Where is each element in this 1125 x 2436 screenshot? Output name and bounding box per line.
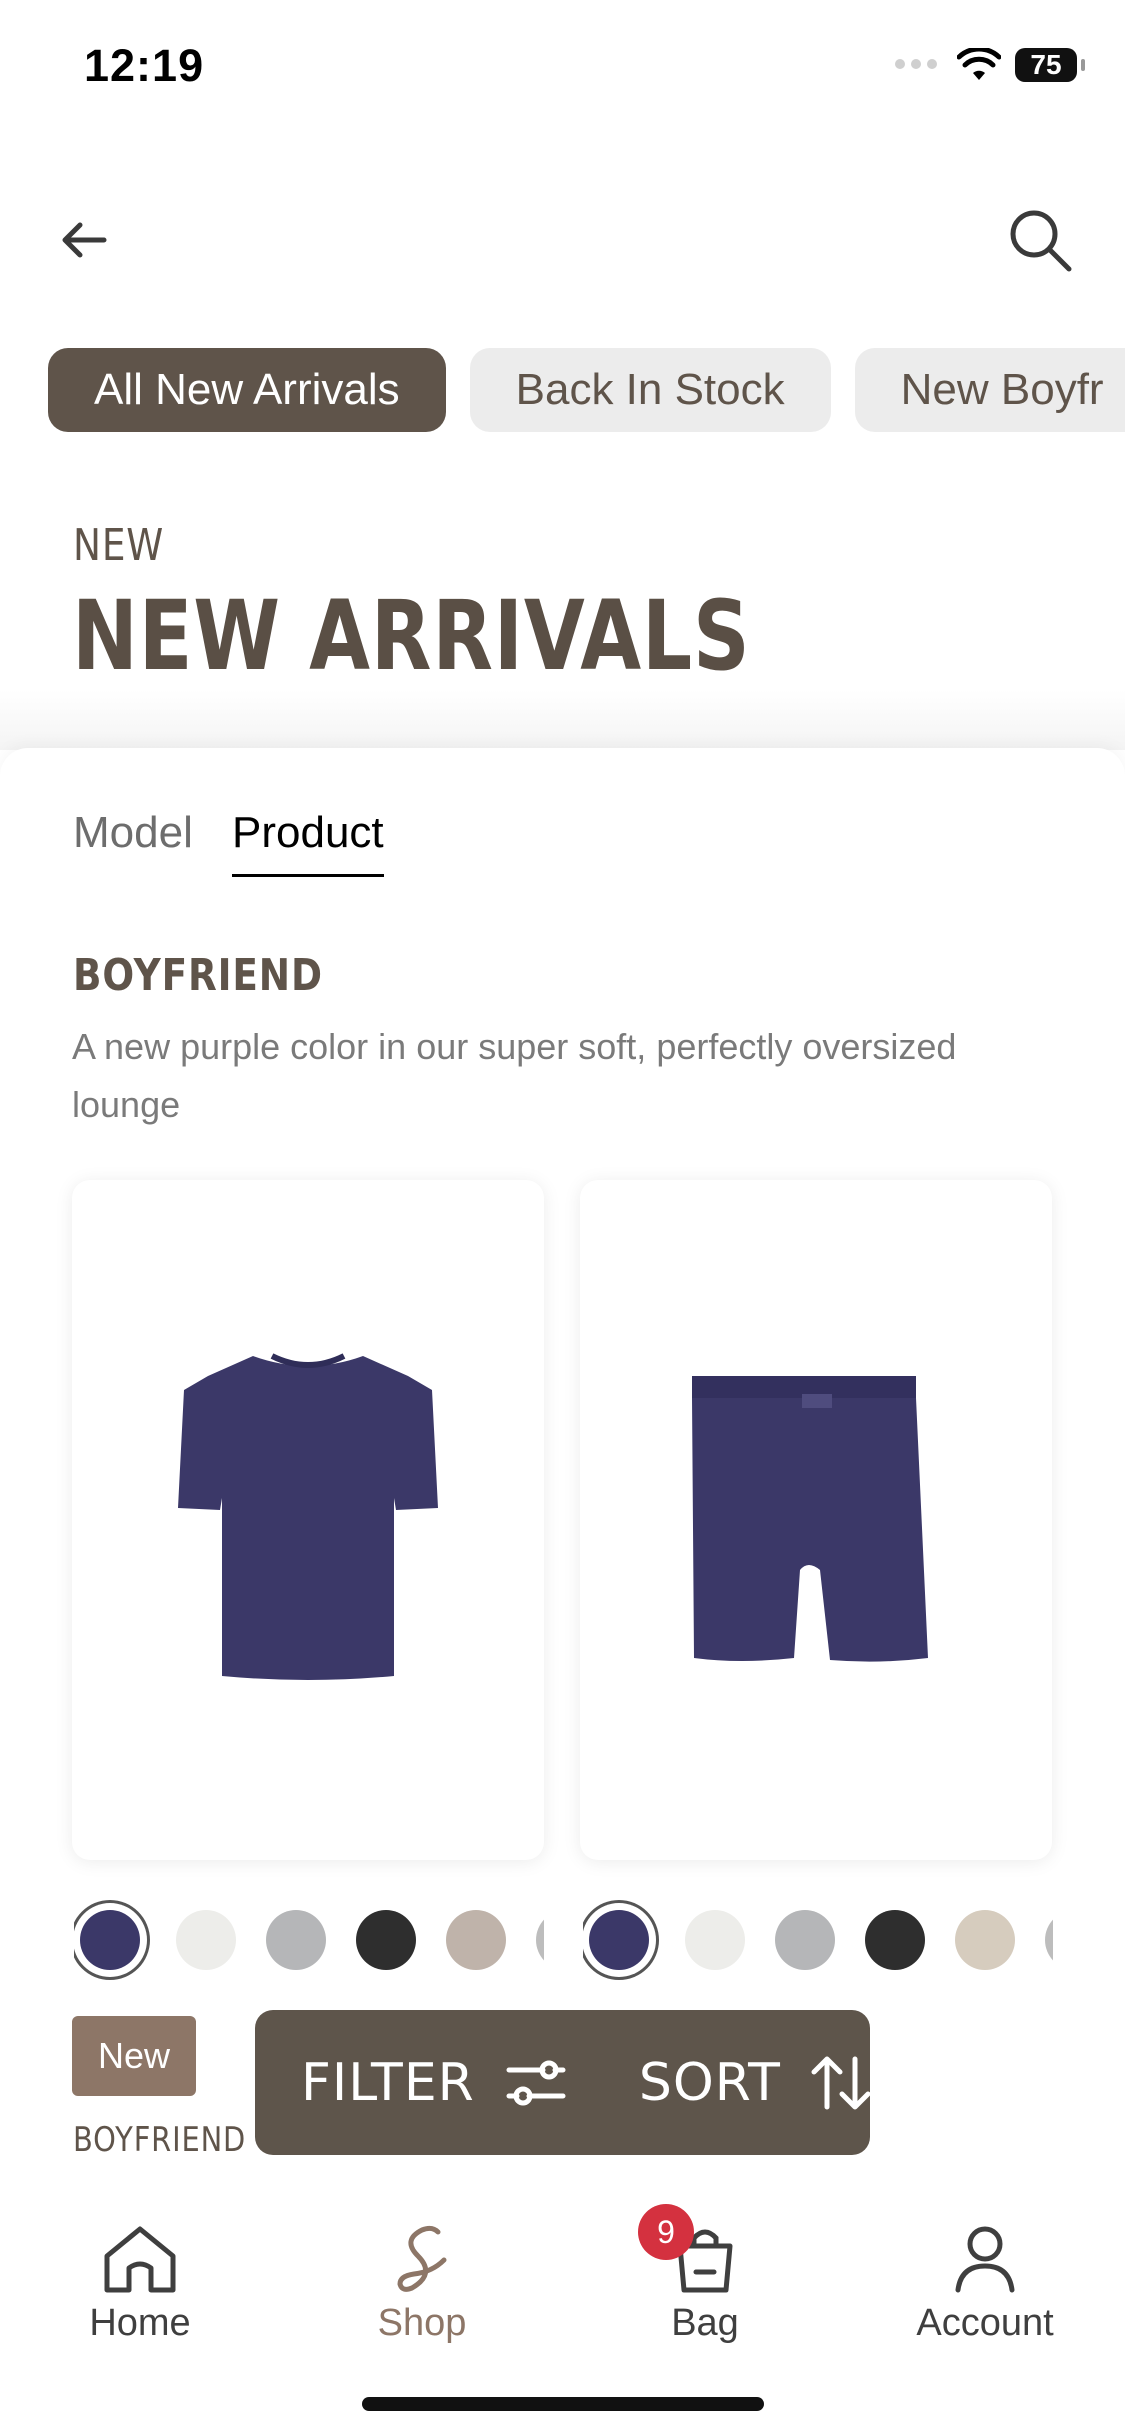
sort-label: SORT [638,2052,781,2113]
nav-account-label: Account [916,2302,1054,2344]
home-icon [104,2226,176,2293]
filter-sort-bar: FILTER SORT [255,2010,873,2155]
pill-back-in-stock[interactable]: Back In Stock [469,348,831,432]
nav-bag-label: Bag [671,2302,739,2344]
pill-all-new-arrivals[interactable]: All New Arrivals [48,348,446,432]
tab-product[interactable]: Product [232,808,384,877]
nav-shop-label: Shop [377,2302,467,2344]
new-badge: New [72,2016,196,2096]
search-icon [1010,210,1072,272]
filter-button[interactable]: FILTER [301,2053,567,2113]
tshirt-image [178,1353,438,1680]
swatch[interactable] [80,1910,140,1970]
battery-icon: 75 [1015,48,1085,82]
sort-arrows-icon [811,2056,871,2109]
nav-account[interactable]: Account [900,2224,1070,2345]
page-title: NEW ARRIVALS [72,580,751,692]
swatch[interactable] [356,1910,416,1970]
wifi-icon [957,48,1001,80]
swatch[interactable] [446,1910,506,1970]
color-swatches-tshirt [74,1898,544,1982]
home-indicator [362,2397,764,2411]
color-swatches-boxer [583,1898,1053,1982]
section-description: A new purple color in our super soft, pe… [72,1026,957,1125]
filter-label: FILTER [301,2052,475,2113]
swatch[interactable] [266,1910,326,1970]
swatch[interactable] [775,1910,835,1970]
search-button[interactable] [1004,204,1076,276]
swatch[interactable] [536,1910,544,1970]
product-card-boxer[interactable] [580,1180,1052,1860]
account-icon [955,2226,1015,2293]
sort-button[interactable]: SORT [639,2053,873,2113]
bag-count-badge: 9 [638,2204,694,2260]
swatch[interactable] [685,1910,745,1970]
shop-s-icon [397,2225,447,2292]
swatch[interactable] [1045,1910,1053,1970]
nav-home-label: Home [89,2302,191,2344]
arrow-left-icon [62,222,107,258]
section-title: BOYFRIEND [73,950,323,1001]
swatch[interactable] [955,1910,1015,1970]
swatch[interactable] [176,1910,236,1970]
signal-icon [895,56,943,74]
pill-new-boyfriend[interactable]: New Boyfr [854,348,1125,432]
page-eyebrow: NEW [73,520,165,571]
status-time: 12:19 [84,40,205,91]
swatch[interactable] [589,1910,649,1970]
nav-home[interactable]: Home [80,2224,200,2345]
category-pills: All New Arrivals Back In Stock New Boyfr [48,348,1125,432]
sliders-icon [506,2060,566,2105]
divider-band [0,690,1125,750]
boxer-shorts-image [692,1376,928,1662]
product-category: BOYFRIEND [73,2120,247,2160]
status-icons: 75 [895,48,1085,82]
tab-model[interactable]: Model [73,808,193,858]
product-card-tshirt[interactable] [72,1180,544,1860]
back-button[interactable] [52,210,116,270]
nav-shop[interactable]: Shop [362,2224,482,2345]
swatch[interactable] [865,1910,925,1970]
